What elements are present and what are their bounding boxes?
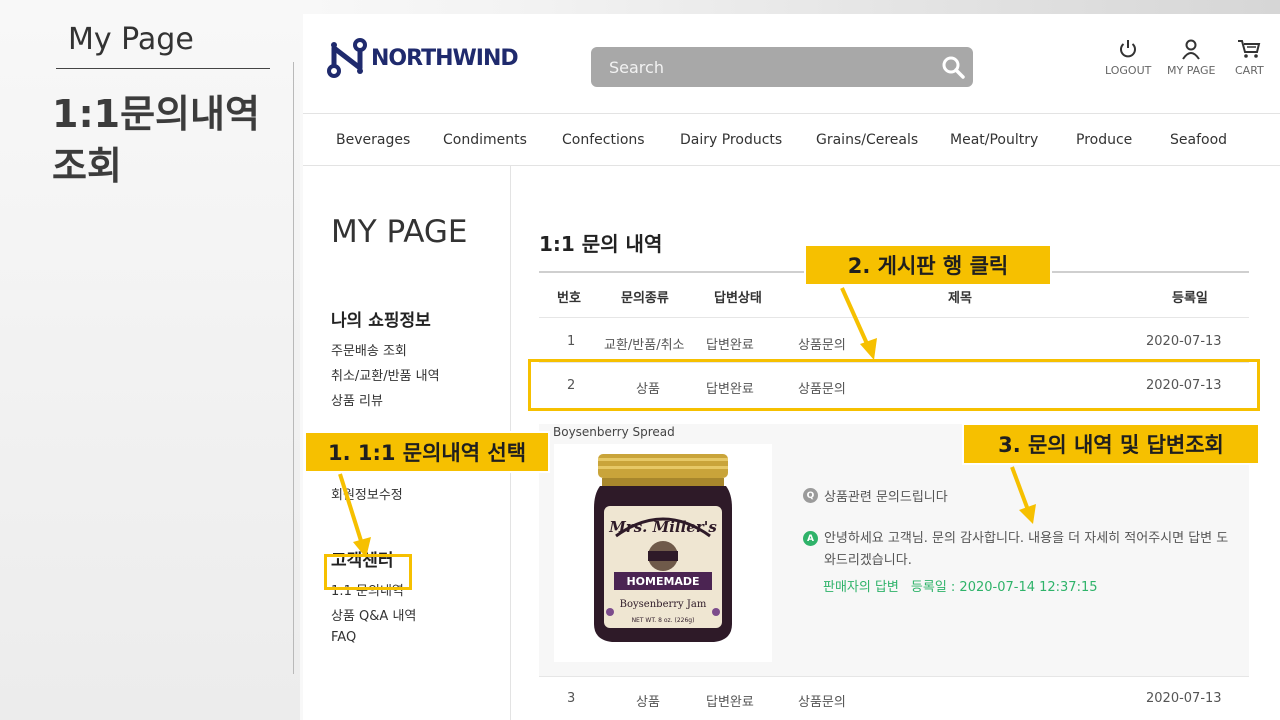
inquiry-page-title: 1:1 문의 내역 — [539, 232, 663, 256]
row-divider — [539, 676, 1249, 677]
row-date: 2020-07-13 — [1146, 334, 1222, 349]
answer-text: 안녕하세요 고객님. 문의 감사합니다. 내용을 더 자세히 적어주시면 답변 … — [823, 531, 1229, 568]
jar-flavor-text: Boysenberry Jam — [620, 599, 707, 610]
callout-step-3: 3. 문의 내역 및 답변조회 — [962, 423, 1260, 465]
column-header-number: 번호 — [557, 291, 581, 306]
slide-title-underline — [56, 68, 270, 69]
answer-line: A 안녕하세요 고객님. 문의 감사합니다. 내용을 더 자세히 적어주시면 답… — [803, 528, 1233, 572]
product-image: Mrs. Miller's HOMEMADE Boysenberry Jam N… — [554, 444, 772, 662]
logout-label: LOGOUT — [1105, 64, 1152, 77]
row-divider — [539, 317, 1249, 318]
logo-icon — [327, 38, 367, 78]
slide-title: My Page — [68, 22, 194, 57]
sidebar-highlight-box — [324, 554, 412, 590]
row-type: 교환/반품/취소 — [604, 338, 685, 353]
product-name: Boysenberry Spread — [553, 425, 675, 439]
column-header-date: 등록일 — [1172, 291, 1208, 306]
logout-button[interactable]: LOGOUT — [1105, 38, 1151, 77]
brand-name: NORTHWIND — [371, 45, 519, 71]
reply-label: 판매자의 답변 — [823, 580, 899, 595]
jar-banner-text: HOMEMADE — [626, 575, 699, 588]
search-icon — [942, 56, 965, 79]
category-beverages[interactable]: Beverages — [336, 132, 410, 148]
category-nav: Beverages Condiments Confections Dairy P… — [303, 115, 1280, 166]
shopping-section-title: 나의 쇼핑정보 — [331, 311, 431, 331]
cart-label: CART — [1235, 64, 1264, 77]
mypage-title: MY PAGE — [331, 214, 468, 250]
category-produce[interactable]: Produce — [1076, 132, 1132, 148]
sidebar-link-returns[interactable]: 취소/교환/반품 내역 — [331, 365, 440, 384]
slide-heading: 1:1문의내역 조회 — [52, 92, 260, 188]
power-icon — [1120, 40, 1137, 58]
row-subject[interactable]: 상품문의 — [798, 691, 846, 710]
category-confections[interactable]: Confections — [562, 132, 645, 148]
cart-icon — [1238, 40, 1261, 58]
row-status: 답변완료 — [706, 695, 754, 710]
row-subject[interactable]: 상품문의 — [798, 334, 846, 353]
row-number: 3 — [567, 691, 576, 706]
answer-badge: A — [803, 531, 818, 546]
category-grains-cereals[interactable]: Grains/Cereals — [816, 132, 918, 148]
search-button[interactable] — [939, 53, 967, 81]
column-header-status: 답변상태 — [714, 291, 762, 306]
reply-meta: 판매자의 답변 등록일 : 2020-07-14 12:37:15 — [823, 576, 1098, 595]
row-status: 답변완료 — [706, 338, 754, 353]
search-input[interactable] — [609, 57, 929, 77]
cart-button[interactable]: CART — [1235, 38, 1264, 77]
row-highlight-box — [528, 359, 1260, 411]
site-header: NORTHWIND LOGOUT MY PAGE — [303, 14, 1280, 114]
sidebar-link-order-tracking[interactable]: 주문배송 조회 — [331, 340, 407, 359]
callout-step-1: 1. 1:1 문의내역 선택 — [304, 431, 550, 473]
slide-divider — [293, 62, 294, 674]
question-badge: Q — [803, 488, 818, 503]
callout-step-2: 2. 게시판 행 클릭 — [804, 244, 1052, 286]
user-icon — [1182, 39, 1201, 60]
category-dairy-products[interactable]: Dairy Products — [680, 132, 782, 148]
search-bar — [591, 47, 973, 87]
northwind-logo[interactable]: NORTHWIND — [327, 36, 519, 80]
category-condiments[interactable]: Condiments — [443, 132, 527, 148]
category-meat-poultry[interactable]: Meat/Poultry — [950, 132, 1038, 148]
column-header-type: 문의종류 — [621, 291, 669, 306]
sidebar-link-member-edit[interactable]: 회원정보수정 — [331, 484, 403, 503]
question-text: 상품관련 문의드립니다 — [824, 490, 948, 505]
row-type: 상품 — [636, 695, 660, 710]
reply-date: 등록일 : 2020-07-14 12:37:15 — [910, 580, 1098, 595]
sidebar-link-product-qa[interactable]: 상품 Q&A 내역 — [331, 605, 416, 624]
column-header-subject: 제목 — [948, 291, 972, 306]
row-date: 2020-07-13 — [1146, 691, 1222, 706]
jar-brand-text: Mrs. Miller's — [608, 518, 717, 536]
mypage-button[interactable]: MY PAGE — [1167, 38, 1215, 77]
category-seafood[interactable]: Seafood — [1170, 132, 1227, 148]
sidebar-link-faq[interactable]: FAQ — [331, 630, 356, 645]
mypage-label: MY PAGE — [1167, 64, 1216, 77]
jar-weight-text: NET WT. 8 oz. (226g) — [632, 617, 695, 624]
row-number: 1 — [567, 334, 576, 349]
slide-left-panel: My Page 1:1문의내역 조회 — [0, 0, 300, 720]
question-line: Q 상품관련 문의드립니다 — [803, 486, 948, 505]
jam-jar-image: Mrs. Miller's HOMEMADE Boysenberry Jam N… — [594, 454, 732, 642]
sidebar-link-reviews[interactable]: 상품 리뷰 — [331, 390, 383, 409]
